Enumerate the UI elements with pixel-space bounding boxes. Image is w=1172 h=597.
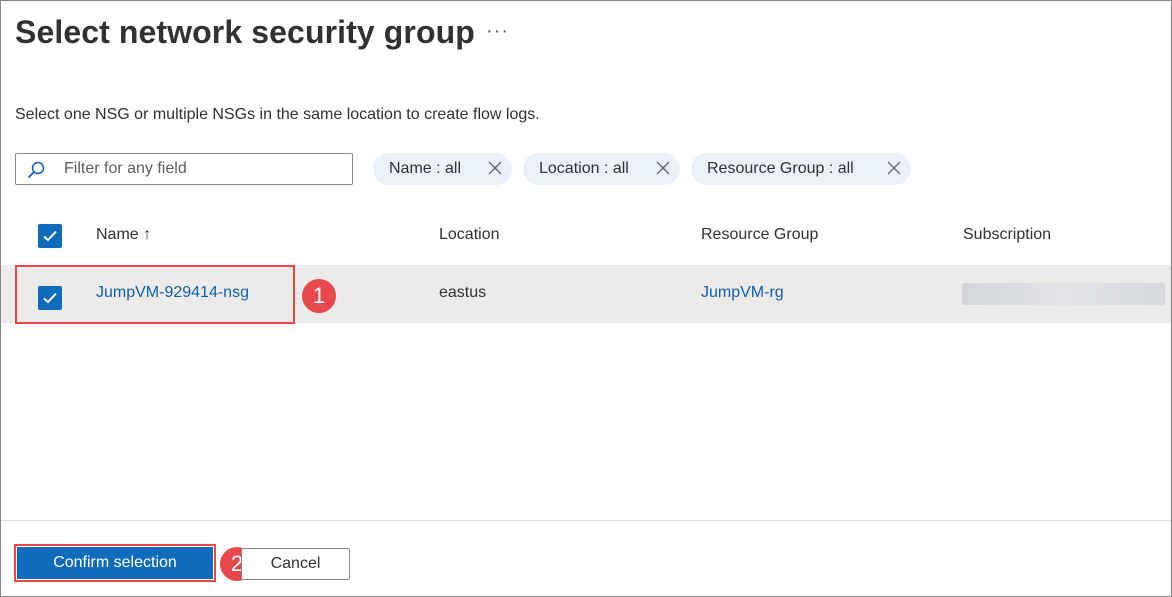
column-header-location[interactable]: Location bbox=[439, 226, 500, 244]
filter-box[interactable] bbox=[15, 153, 353, 185]
filter-pill-resource-group[interactable]: Resource Group : all bbox=[691, 153, 911, 185]
column-header-name[interactable]: Name ↑ bbox=[96, 226, 151, 244]
step-badge-1: 1 bbox=[302, 279, 336, 313]
filter-pill-label: Location : all bbox=[539, 160, 629, 177]
checkmark-icon bbox=[43, 230, 57, 242]
confirm-selection-button[interactable]: Confirm selection bbox=[17, 547, 213, 579]
close-icon[interactable] bbox=[488, 161, 502, 175]
more-options-icon[interactable]: ··· bbox=[486, 20, 509, 43]
column-header-resource-group[interactable]: Resource Group bbox=[701, 226, 818, 244]
resource-group-link[interactable]: JumpVM-rg bbox=[701, 284, 784, 302]
highlight-box-row bbox=[15, 265, 295, 324]
dialog-description: Select one NSG or multiple NSGs in the s… bbox=[15, 106, 540, 123]
filter-pill-name[interactable]: Name : all bbox=[373, 153, 512, 185]
footer-divider bbox=[1, 520, 1171, 521]
close-icon[interactable] bbox=[887, 161, 901, 175]
column-header-subscription[interactable]: Subscription bbox=[963, 226, 1051, 244]
cancel-button[interactable]: Cancel bbox=[241, 548, 350, 580]
filter-pill-label: Resource Group : all bbox=[707, 160, 854, 177]
page-title: Select network security group bbox=[15, 14, 475, 50]
close-icon[interactable] bbox=[656, 161, 670, 175]
filter-pill-location[interactable]: Location : all bbox=[523, 153, 680, 185]
row-location: eastus bbox=[439, 284, 487, 301]
subscription-redacted bbox=[962, 283, 1165, 305]
select-all-checkbox[interactable] bbox=[38, 224, 62, 248]
filter-pill-label: Name : all bbox=[389, 160, 462, 177]
search-icon bbox=[27, 161, 45, 179]
filter-input[interactable] bbox=[64, 157, 344, 181]
